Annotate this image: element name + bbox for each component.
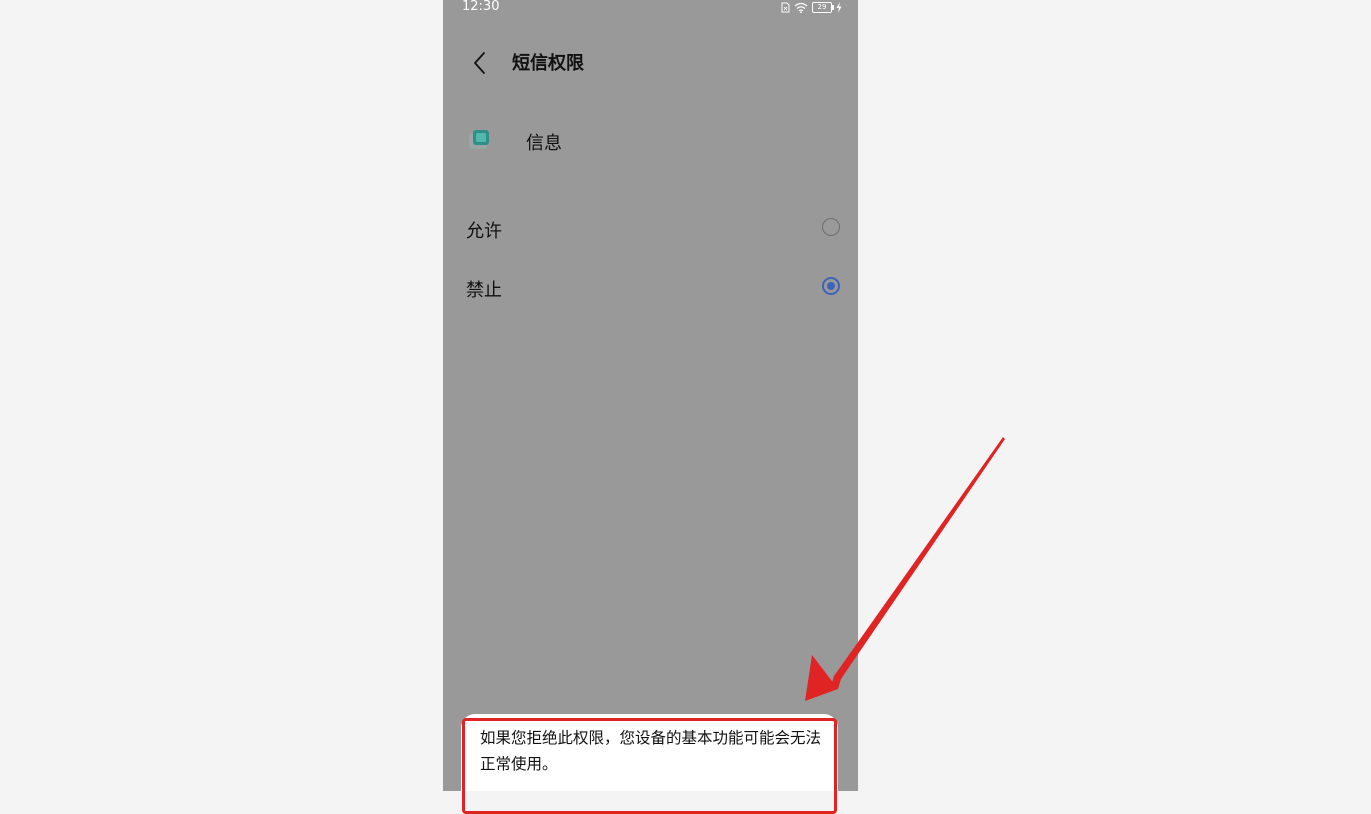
- app-name: 信息: [526, 133, 562, 154]
- wifi-icon: [794, 2, 808, 13]
- phone-screen: 12:30 29 短信权限 信息 允许 禁止 如果您拒绝此权限，您设备的基本功能…: [443, 0, 858, 791]
- battery-icon: 29: [812, 1, 834, 13]
- radio-deny[interactable]: [822, 277, 840, 295]
- option-allow[interactable]: 允许: [443, 207, 858, 251]
- header: 短信权限: [443, 40, 858, 84]
- warning-dialog: 如果您拒绝此权限，您设备的基本功能可能会无法正常使用。: [461, 714, 838, 791]
- option-deny-label: 禁止: [466, 280, 502, 301]
- sim-icon: [781, 2, 790, 12]
- back-button[interactable]: [467, 50, 493, 76]
- option-allow-label: 允许: [466, 221, 502, 242]
- messages-app-icon: [469, 130, 489, 149]
- charging-icon: [836, 1, 842, 13]
- status-icons: 29: [781, 1, 842, 13]
- status-time: 12:30: [462, 0, 500, 14]
- dialog-message: 如果您拒绝此权限，您设备的基本功能可能会无法正常使用。: [480, 729, 822, 773]
- battery-level: 29: [817, 2, 827, 11]
- option-deny[interactable]: 禁止: [443, 266, 858, 310]
- page-title: 短信权限: [512, 53, 584, 74]
- chevron-left-icon: [474, 52, 485, 74]
- app-info-row: 信息: [443, 122, 858, 162]
- radio-allow[interactable]: [822, 218, 840, 236]
- status-bar: 12:30 29: [443, 0, 858, 16]
